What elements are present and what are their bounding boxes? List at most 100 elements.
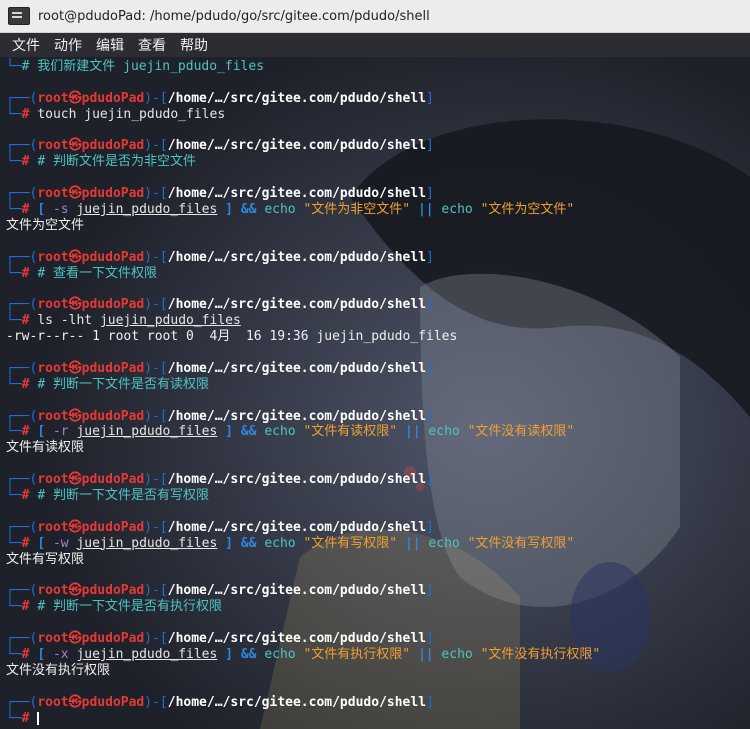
menu-view[interactable]: 查看: [138, 35, 166, 55]
command-line: └─#: [6, 711, 750, 727]
echo-command: echo: [428, 535, 460, 551]
prompt-frame: ]: [426, 408, 434, 424]
prompt-frame: ┌──(: [6, 297, 38, 313]
prompt-frame: ┌──(: [6, 408, 38, 424]
prompt-frame: ]: [426, 631, 434, 647]
prompt-frame: ]: [426, 583, 434, 599]
terminal-output: └─# 我们新建文件 juejin_pdudo_files ┌──(root㉿pd…: [6, 59, 750, 726]
prompt-user: root: [37, 249, 69, 265]
or-operator: ||: [404, 424, 421, 440]
menu-help[interactable]: 帮助: [180, 35, 208, 55]
comment-text: # 判断一下文件是否有写权限: [37, 488, 209, 504]
command-line: └─# ls -lht juejin_pdudo_files: [6, 313, 750, 329]
prompt-frame: └─: [6, 202, 22, 218]
prompt-frame: ]: [426, 186, 434, 202]
command-output: 文件有写权限: [6, 551, 85, 567]
prompt-frame: ]: [426, 138, 434, 154]
menu-file[interactable]: 文件: [12, 35, 40, 55]
prompt-frame: └─: [6, 710, 22, 726]
prompt-host: pdudoPad: [81, 631, 145, 647]
echo-string-false: "文件没有写权限": [467, 535, 575, 551]
prompt-symbol: ㉿: [68, 583, 82, 599]
prompt-line: ┌──(root㉿pdudoPad)-[/home/…/src/gitee.co…: [6, 361, 750, 377]
prompt-frame: ]: [426, 694, 434, 710]
command-line: └─# [ -s juejin_pdudo_files ] && echo "文…: [6, 202, 750, 218]
prompt-path: /home/…/src/gitee.com/pdudo/shell: [167, 186, 427, 202]
prompt-frame: └─: [6, 376, 22, 392]
prompt-frame: )-[: [144, 694, 168, 710]
prompt-host: pdudoPad: [81, 360, 145, 376]
menu-edit[interactable]: 编辑: [96, 35, 124, 55]
prompt-symbol: ㉿: [68, 297, 82, 313]
prompt-frame: )-[: [144, 249, 168, 265]
terminal-area[interactable]: └─# 我们新建文件 juejin_pdudo_files ┌──(root㉿pd…: [0, 57, 750, 729]
prompt-frame: └─: [6, 313, 22, 329]
prompt-host: pdudoPad: [81, 138, 145, 154]
prompt-user: root: [37, 631, 69, 647]
file-argument: juejin_pdudo_files: [76, 646, 218, 662]
output-line: -rw-r--r-- 1 root root 0 4月 16 19:36 jue…: [6, 329, 750, 345]
menu-action[interactable]: 动作: [54, 35, 82, 55]
title-bar[interactable]: root@pdudoPad: /home/pdudo/go/src/gitee.…: [0, 0, 750, 33]
comment-text: # 我们新建文件 juejin_pdudo_files: [21, 59, 265, 74]
prompt-line: ┌──(root㉿pdudoPad)-[/home/…/src/gitee.co…: [6, 583, 750, 599]
test-bracket-close: ]: [225, 535, 233, 551]
prompt-user: root: [37, 138, 69, 154]
prompt-frame: )-[: [144, 186, 168, 202]
comment-text: # 判断一下文件是否有读权限: [37, 376, 209, 392]
echo-string-false: "文件为空文件": [480, 202, 575, 218]
prompt-frame: └─: [6, 646, 22, 662]
command-output: -rw-r--r-- 1 root root 0 4月 16 19:36 jue…: [6, 329, 458, 345]
test-bracket-close: ]: [225, 424, 233, 440]
prompt-host: pdudoPad: [81, 583, 145, 599]
prompt-frame: └─: [6, 599, 22, 615]
prompt-user: root: [37, 519, 69, 535]
prompt-frame: ┌──(: [6, 694, 38, 710]
file-argument: juejin_pdudo_files: [76, 535, 218, 551]
prompt-host: pdudoPad: [81, 186, 145, 202]
prompt-frame: )-[: [144, 138, 168, 154]
echo-command: echo: [264, 646, 296, 662]
prompt-line: ┌──(root㉿pdudoPad)-[/home/…/src/gitee.co…: [6, 631, 750, 647]
output-line: 文件为空文件: [6, 218, 750, 234]
prompt-path: /home/…/src/gitee.com/pdudo/shell: [167, 408, 427, 424]
comment-text: # 判断文件是否为非空文件: [37, 154, 196, 170]
prompt-frame: ┌──(: [6, 360, 38, 376]
file-argument: juejin_pdudo_files: [99, 313, 241, 329]
prompt-frame: )-[: [144, 408, 168, 424]
or-operator: ||: [404, 535, 421, 551]
test-flag: -x: [52, 646, 69, 662]
prompt-frame: ┌──(: [6, 138, 38, 154]
and-operator: &&: [240, 646, 257, 662]
prompt-path: /home/…/src/gitee.com/pdudo/shell: [167, 694, 427, 710]
output-line: 文件没有执行权限: [6, 663, 750, 679]
prompt-path: /home/…/src/gitee.com/pdudo/shell: [167, 249, 427, 265]
command-line: └─# # 判断文件是否为非空文件: [6, 154, 750, 170]
prompt-host: pdudoPad: [81, 297, 145, 313]
prompt-frame: └─: [6, 59, 22, 74]
menu-bar: 文件 动作 编辑 查看 帮助: [0, 33, 750, 57]
prompt-path: /home/…/src/gitee.com/pdudo/shell: [167, 297, 427, 313]
comment-text: # 查看一下文件权限: [37, 265, 157, 281]
prompt-symbol: ㉿: [68, 90, 82, 106]
prompt-user: root: [37, 583, 69, 599]
prompt-line: ┌──(root㉿pdudoPad)-[/home/…/src/gitee.co…: [6, 91, 750, 107]
prompt-frame: )-[: [144, 631, 168, 647]
prompt-frame: ┌──(: [6, 249, 38, 265]
